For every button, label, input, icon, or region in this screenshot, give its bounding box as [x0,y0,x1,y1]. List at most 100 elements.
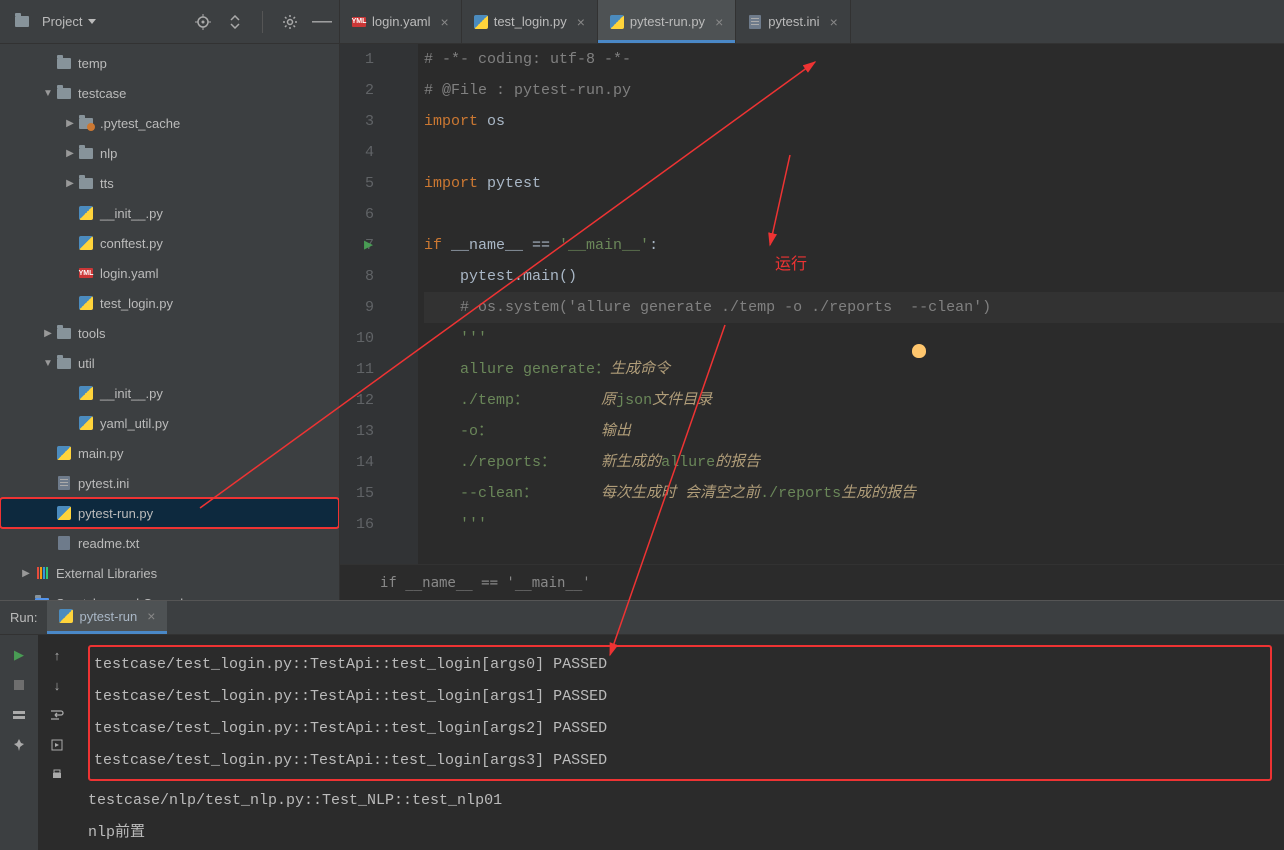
stop-icon[interactable] [9,675,29,695]
tree-item-pytest-ini[interactable]: pytest.ini [0,468,339,498]
print-icon[interactable] [47,765,67,785]
code-line[interactable]: --clean： 每次生成时 会清空之前./reports生成的报告 [424,478,1284,509]
code-line[interactable]: import pytest [424,168,1284,199]
console-line: testcase/nlp/test_nlp.py::Test_NLP::test… [88,785,1272,817]
python-file-icon [78,295,94,311]
tree-item-testcase[interactable]: ▼testcase [0,78,339,108]
tree-item-conftest-py[interactable]: conftest.py [0,228,339,258]
console-highlight-box: testcase/test_login.py::TestApi::test_lo… [88,645,1272,781]
tree-item-label: pytest.ini [78,476,129,491]
tab-label: test_login.py [494,14,567,29]
tree-item-external-libraries[interactable]: ▶External Libraries [0,558,339,588]
project-selector[interactable]: Project [8,10,102,34]
tree-item-nlp[interactable]: ▶nlp [0,138,339,168]
rerun-icon[interactable]: ▶ [9,645,29,665]
code-line[interactable]: -o： 输出 [424,416,1284,447]
expander-icon[interactable]: ▶ [62,118,78,129]
tab-label: pytest-run.py [630,14,705,29]
soft-wrap-icon[interactable] [47,705,67,725]
code-line[interactable]: import os [424,106,1284,137]
python-file-icon [56,445,72,461]
run-tab-label: pytest-run [79,609,137,624]
layout-icon[interactable] [9,705,29,725]
folder-icon [56,85,72,101]
tree-item-label: .pytest_cache [100,116,180,131]
editor-tab-test-login-py[interactable]: test_login.py × [462,0,598,43]
tree-item-tts[interactable]: ▶ tts [0,168,339,198]
code-line[interactable] [424,199,1284,230]
intention-bulb-icon[interactable] [912,344,926,358]
editor-tab-pytest-run-py[interactable]: pytest-run.py × [598,0,736,43]
tree-item-main-py[interactable]: main.py [0,438,339,468]
tree-item-login-yaml[interactable]: YMLlogin.yaml [0,258,339,288]
tree-item-util[interactable]: ▼ util [0,348,339,378]
close-icon[interactable]: × [715,14,723,30]
separator [262,11,263,33]
tree-item-label: tts [100,176,114,191]
tree-item-pytest-run-py[interactable]: pytest-run.py [0,498,339,528]
breadcrumb[interactable]: if __name__ == '__main__' [340,564,1284,600]
gear-icon[interactable] [281,13,299,31]
tree-item-temp[interactable]: temp [0,48,339,78]
tree-item-label: login.yaml [100,266,159,281]
code-line[interactable]: # -*- coding: utf-8 -*- [424,44,1284,75]
locate-icon[interactable] [194,13,212,31]
python-file-icon [78,385,94,401]
python-file-icon [78,235,94,251]
tree-item---init---py[interactable]: __init__.py [0,198,339,228]
code-line[interactable]: pytest.main() [424,261,1284,292]
scratches-icon [34,595,50,600]
project-label: Project [42,14,82,29]
tree-item-label: util [78,356,95,371]
expand-all-icon[interactable] [226,13,244,31]
tree-item-yaml-util-py[interactable]: yaml_util.py [0,408,339,438]
close-icon[interactable]: × [830,14,838,30]
editor-tab-pytest-ini[interactable]: pytest.ini× [736,0,851,43]
code-line[interactable]: ''' [424,323,1284,354]
expander-icon[interactable]: ▼ [40,358,56,369]
expander-icon[interactable]: ▶ [62,148,78,159]
console-output[interactable]: testcase/test_login.py::TestApi::test_lo… [76,635,1284,850]
run-config-tab[interactable]: pytest-run × [47,601,167,634]
code-content[interactable]: # -*- coding: utf-8 -*-# @File : pytest-… [418,44,1284,564]
console-line: testcase/test_login.py::TestApi::test_lo… [94,713,1266,745]
hide-icon[interactable]: — [313,13,331,31]
code-line[interactable]: if __name__ == '__main__': [424,230,1284,261]
project-toolbar: Project — [0,0,339,44]
project-tree[interactable]: temp▼testcase▶.pytest_cache▶nlp▶tts__ini… [0,44,339,600]
code-line[interactable]: ''' [424,509,1284,540]
expander-icon[interactable]: ▶ [62,178,78,189]
expander-icon[interactable]: ▶ [40,328,56,339]
editor-tabs: YMLlogin.yaml×test_login.py×pytest-run.p… [340,0,1284,44]
tree-item-scratches-and-consoles[interactable]: Scratches and Consoles [0,588,339,600]
code-line[interactable]: allure generate：生成命令 [424,354,1284,385]
tree-item-readme-txt[interactable]: readme.txt [0,528,339,558]
down-arrow-icon[interactable]: ↓ [47,675,67,695]
folder-icon [56,55,72,71]
tree-item-label: __init__.py [100,386,163,401]
close-icon[interactable]: × [147,608,155,624]
code-line[interactable]: ./reports： 新生成的allure的报告 [424,447,1284,478]
code-line[interactable]: # @File : pytest-run.py [424,75,1284,106]
code-line[interactable]: # os.system('allure generate ./temp -o .… [424,292,1284,323]
run-gutter-icon[interactable]: ▶ [364,230,373,261]
editor-tab-login-yaml[interactable]: YMLlogin.yaml× [340,0,462,43]
tree-item-tools[interactable]: ▶tools [0,318,339,348]
breadcrumb-text: if __name__ == '__main__' [380,575,591,591]
tree-item---init---py[interactable]: __init__.py [0,378,339,408]
expander-icon[interactable]: ▶ [18,568,34,579]
up-arrow-icon[interactable]: ↑ [47,645,67,665]
tab-label: login.yaml [372,14,431,29]
pin-icon[interactable] [9,735,29,755]
close-icon[interactable]: × [577,14,585,30]
code-editor[interactable]: 12345678910111213141516 ▶ # -*- coding: … [340,44,1284,564]
scroll-to-end-icon[interactable] [47,735,67,755]
code-line[interactable] [424,137,1284,168]
library-icon [34,565,50,581]
tree-item--pytest-cache[interactable]: ▶ .pytest_cache [0,108,339,138]
python-file-icon [78,205,94,221]
tree-item-test-login-py[interactable]: test_login.py [0,288,339,318]
code-line[interactable]: ./temp： 原json文件目录 [424,385,1284,416]
close-icon[interactable]: × [441,14,449,30]
expander-icon[interactable]: ▼ [40,88,56,99]
